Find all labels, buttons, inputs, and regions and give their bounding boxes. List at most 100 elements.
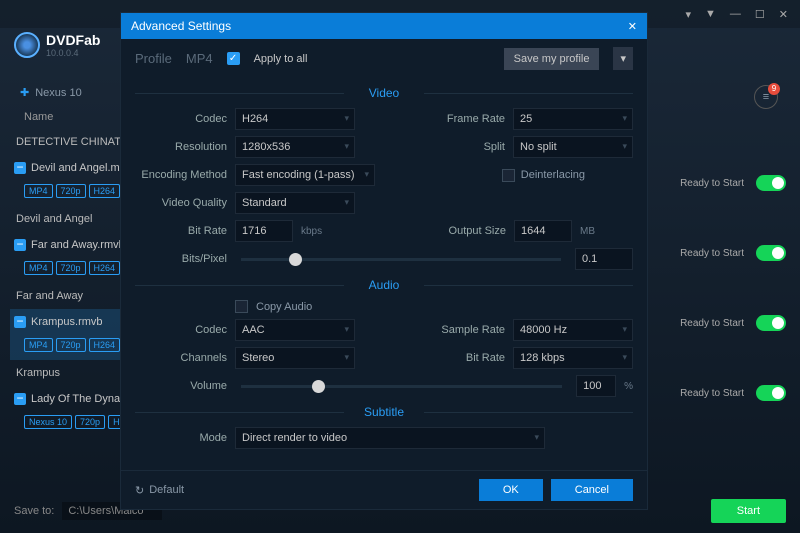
audio-codec-label: Codec (135, 324, 227, 336)
brand: DVDFab 10.0.0.4 (14, 32, 100, 58)
status-text: Ready to Start (680, 178, 744, 189)
start-button[interactable]: Start (711, 499, 786, 523)
outsize-unit: MB (580, 226, 595, 237)
maximize-icon[interactable]: ☐ (755, 8, 765, 21)
encoding-select[interactable]: Fast encoding (1-pass) (235, 164, 375, 186)
apply-all-checkbox[interactable]: ✓ (227, 52, 240, 65)
subtitle-mode-select[interactable]: Direct render to video (235, 427, 545, 449)
slider-thumb[interactable] (289, 253, 302, 266)
bpp-input[interactable]: 0.1 (575, 248, 633, 270)
audio-bitrate-label: Bit Rate (433, 352, 505, 364)
copy-audio-label: Copy Audio (256, 301, 312, 313)
toggle-switch[interactable] (756, 245, 786, 261)
bpp-slider[interactable] (241, 258, 561, 261)
tag[interactable]: 720p (75, 415, 105, 429)
slider-thumb[interactable] (312, 380, 325, 393)
refresh-icon: ↻ (135, 484, 144, 497)
tag[interactable]: 720p (56, 338, 86, 352)
pin-icon[interactable]: ▼ (705, 8, 716, 20)
section-audio: Audio (135, 278, 633, 292)
bitrate-input[interactable]: 1716 (235, 220, 293, 242)
device-name: Nexus 10 (35, 87, 81, 99)
section-subtitle: Subtitle (135, 405, 633, 419)
toggle-switch[interactable] (756, 315, 786, 331)
notification-icon[interactable]: ≡9 (754, 85, 778, 109)
deinterlacing-checkbox[interactable] (502, 169, 515, 182)
status-row: Ready to Start (680, 245, 786, 261)
tag[interactable]: H264 (89, 338, 121, 352)
collapse-icon[interactable]: − (14, 393, 26, 405)
outsize-label: Output Size (434, 225, 506, 237)
collapse-icon[interactable]: − (14, 316, 26, 328)
dropdown-icon[interactable]: ▾ (685, 8, 691, 21)
close-icon[interactable]: ✕ (628, 20, 637, 33)
section-video: Video (135, 86, 633, 100)
tag[interactable]: H264 (89, 184, 121, 198)
split-select[interactable]: No split (513, 136, 633, 158)
dialog-titlebar: Advanced Settings ✕ (121, 13, 647, 39)
tag[interactable]: 720p (56, 184, 86, 198)
collapse-icon[interactable]: − (14, 162, 26, 174)
encoding-label: Encoding Method (135, 169, 227, 181)
resolution-label: Resolution (135, 141, 227, 153)
framerate-select[interactable]: 25 (513, 108, 633, 130)
brand-logo-icon (14, 32, 40, 58)
notification-count: 9 (768, 83, 780, 95)
tag[interactable]: Nexus 10 (24, 415, 72, 429)
saveto-label: Save to: (14, 505, 54, 517)
framerate-label: Frame Rate (433, 113, 505, 125)
save-profile-dropdown[interactable]: ▾ (613, 47, 633, 70)
brand-version: 10.0.0.4 (46, 48, 100, 58)
volume-slider[interactable] (241, 385, 562, 388)
status-row: Ready to Start (680, 385, 786, 401)
status-text: Ready to Start (680, 248, 744, 259)
app-window: ▾ ▼ — ☐ ✕ DVDFab 10.0.0.4 ≡9 ✚ Nexus 10 … (0, 0, 800, 533)
toggle-switch[interactable] (756, 385, 786, 401)
split-label: Split (433, 141, 505, 153)
codec-label: Codec (135, 113, 227, 125)
tag[interactable]: MP4 (24, 338, 53, 352)
tag[interactable]: MP4 (24, 184, 53, 198)
dialog-header: Profile MP4 ✓ Apply to all Save my profi… (121, 39, 647, 78)
samplerate-label: Sample Rate (433, 324, 505, 336)
bitrate-label: Bit Rate (135, 225, 227, 237)
deinterlacing-option[interactable]: Deinterlacing (502, 169, 585, 182)
copy-audio-checkbox[interactable] (235, 300, 248, 313)
tag[interactable]: H264 (89, 261, 121, 275)
collapse-icon[interactable]: − (14, 239, 26, 251)
save-profile-button[interactable]: Save my profile (504, 48, 600, 70)
volume-unit: % (624, 381, 633, 392)
volume-input[interactable]: 100 (576, 375, 616, 397)
default-label: Default (149, 484, 184, 496)
deinterlacing-label: Deinterlacing (521, 169, 585, 181)
quality-select[interactable]: Standard (235, 192, 355, 214)
video-codec-select[interactable]: H264 (235, 108, 355, 130)
tag[interactable]: 720p (56, 261, 86, 275)
plus-icon[interactable]: ✚ (20, 86, 29, 99)
channels-label: Channels (135, 352, 227, 364)
outsize-input[interactable]: 1644 (514, 220, 572, 242)
cancel-button[interactable]: Cancel (551, 479, 633, 501)
resolution-select[interactable]: 1280x536 (235, 136, 355, 158)
dialog-footer: ↻ Default OK Cancel (121, 470, 647, 509)
apply-all-label: Apply to all (254, 53, 308, 65)
profile-value: MP4 (186, 51, 213, 66)
default-button[interactable]: ↻ Default (135, 484, 184, 497)
ok-button[interactable]: OK (479, 479, 543, 501)
dialog-body: Video Codec H264 Frame Rate 25 Resolution 12… (121, 78, 647, 470)
profile-label: Profile (135, 51, 172, 66)
tag[interactable]: MP4 (24, 261, 53, 275)
samplerate-select[interactable]: 48000 Hz (513, 319, 633, 341)
quality-label: Video Quality (135, 197, 227, 209)
bpp-label: Bits/Pixel (135, 253, 227, 265)
audio-codec-select[interactable]: AAC (235, 319, 355, 341)
channels-select[interactable]: Stereo (235, 347, 355, 369)
dialog-title: Advanced Settings (131, 19, 231, 33)
advanced-settings-dialog: Advanced Settings ✕ Profile MP4 ✓ Apply … (120, 12, 648, 510)
close-icon[interactable]: ✕ (779, 8, 788, 21)
volume-label: Volume (135, 380, 227, 392)
minimize-icon[interactable]: — (730, 8, 741, 20)
audio-bitrate-select[interactable]: 128 kbps (513, 347, 633, 369)
bitrate-unit: kbps (301, 226, 322, 237)
toggle-switch[interactable] (756, 175, 786, 191)
